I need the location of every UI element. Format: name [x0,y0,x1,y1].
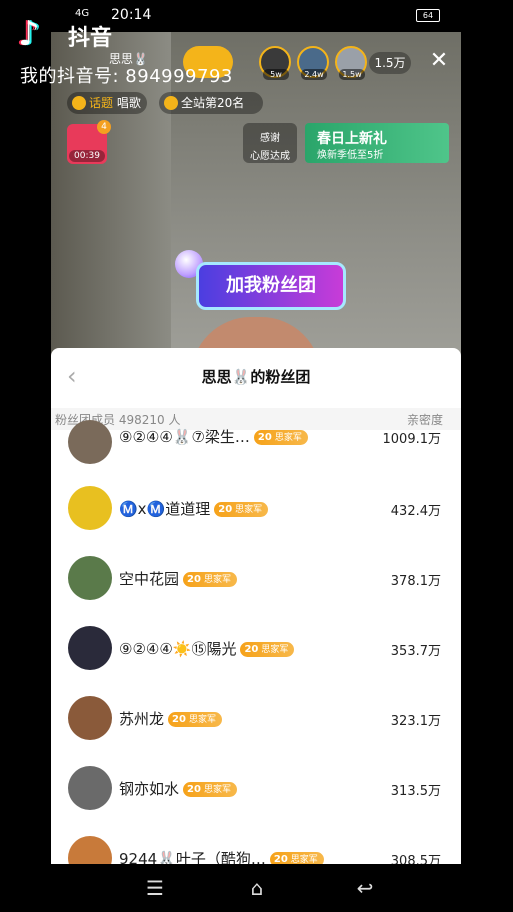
member-row[interactable]: ⑨②④④☀️⑮陽光 20 思家军 353.7万 [51,624,461,694]
member-name: ⑨②④④☀️⑮陽光 20 思家军 [119,638,295,659]
red-packet-timer: 00:39 [69,150,105,162]
signal-indicator: 4G [75,8,90,19]
fan-badge: 20 思家军 [183,782,237,797]
fan-badge: 20 思家军 [214,502,269,517]
member-row[interactable]: 钢亦如水 20 思家军 313.5万 [51,764,461,834]
panel-title: 思思🐰的粉丝团 [201,368,311,386]
menu-icon[interactable]: ☰ [140,876,170,900]
home-icon[interactable]: ⌂ [242,876,272,900]
viewer-badge: 5w [263,69,289,80]
intimacy-score: 353.7万 [390,644,441,659]
member-name: 9244🐰叶子（酷狗… 20 思家军 [119,848,324,864]
topic-tag[interactable]: 话题 唱歌 [67,92,147,114]
red-packet-count: 4 [97,120,111,134]
avatar[interactable] [68,696,112,740]
member-name: 空中花园 20 思家军 [119,568,237,589]
promo-banner[interactable]: 春日上新礼 焕新季低至5折 [305,123,449,163]
back-nav-icon[interactable]: ↩ [350,876,380,900]
join-fan-club-bubble[interactable]: 加我粉丝团 [196,262,346,310]
close-icon[interactable]: ✕ [425,46,453,76]
watermark-app-name: 抖音 [68,26,113,51]
member-name: Ⓜ️xⓂ️道道理 20 思家军 [119,498,269,519]
system-nav-bar: ☰ ⌂ ↩ [0,864,513,912]
clock: 20:14 [111,7,152,23]
rank-tag[interactable]: 全站第20名 [159,92,263,114]
top-viewer-avatar[interactable]: 2.4w [297,46,329,80]
promo-title: 春日上新礼 [317,131,387,147]
avatar[interactable] [68,486,112,530]
top-viewer-avatar[interactable]: 1.5w [335,46,367,80]
douyin-logo-icon: ♪ [18,14,40,54]
intimacy-score: 308.5万 [390,854,441,864]
member-row[interactable]: 空中花园 20 思家军 378.1万 [51,554,461,624]
viewer-badge: 1.5w [339,69,365,80]
fan-badge: 20 思家军 [269,852,324,864]
avatar[interactable] [68,766,112,810]
rank-icon [164,96,178,110]
fan-badge: 20 思家军 [253,430,308,445]
member-name: ⑨②④④🐰⑦梁生… 20 思家军 [119,426,308,447]
viewer-badge: 2.4w [301,69,327,80]
member-row[interactable]: 9244🐰叶子（酷狗… 20 思家军 308.5万 [51,834,461,864]
wish-widget[interactable]: 感谢 心愿达成 [243,123,297,163]
intimacy-score: 432.4万 [390,504,441,519]
intimacy-score: 1009.1万 [382,432,442,447]
member-name: 苏州龙 20 思家军 [119,708,222,729]
fan-badge: 20 思家军 [183,572,237,587]
member-row[interactable]: 苏州龙 20 思家军 323.1万 [51,694,461,764]
battery-icon: 64 [416,9,440,22]
avatar[interactable] [68,626,112,670]
avatar[interactable] [68,836,112,864]
fan-club-panel: ‹ 思思🐰的粉丝团 粉丝团成员 498210 人 亲密度 ⑨②④④🐰⑦梁生… 20… [51,348,461,864]
member-row[interactable]: Ⓜ️xⓂ️道道理 20 思家军 432.4万 [51,484,461,554]
avatar[interactable] [68,556,112,600]
fan-badge: 20 思家军 [168,712,222,727]
avatar[interactable] [68,420,112,464]
promo-subtitle: 焕新季低至5折 [317,150,384,161]
intimacy-score: 313.5万 [390,784,441,799]
watermark-id: 我的抖音号: 894999793 [20,66,233,87]
viewer-count[interactable]: 1.5万 [369,52,411,74]
intimacy-score: 323.1万 [390,714,441,729]
intimacy-score: 378.1万 [390,574,441,589]
panel-header: ‹ 思思🐰的粉丝团 [51,348,461,404]
red-packet-button[interactable]: 4 00:39 [67,120,111,164]
fan-badge: 20 思家军 [240,642,295,657]
top-viewer-avatar[interactable]: 5w [259,46,291,80]
member-row[interactable]: ⑨②④④🐰⑦梁生… 20 思家军 1009.1万 [51,416,461,486]
topic-icon [72,96,86,110]
member-name: 钢亦如水 20 思家军 [119,778,237,799]
